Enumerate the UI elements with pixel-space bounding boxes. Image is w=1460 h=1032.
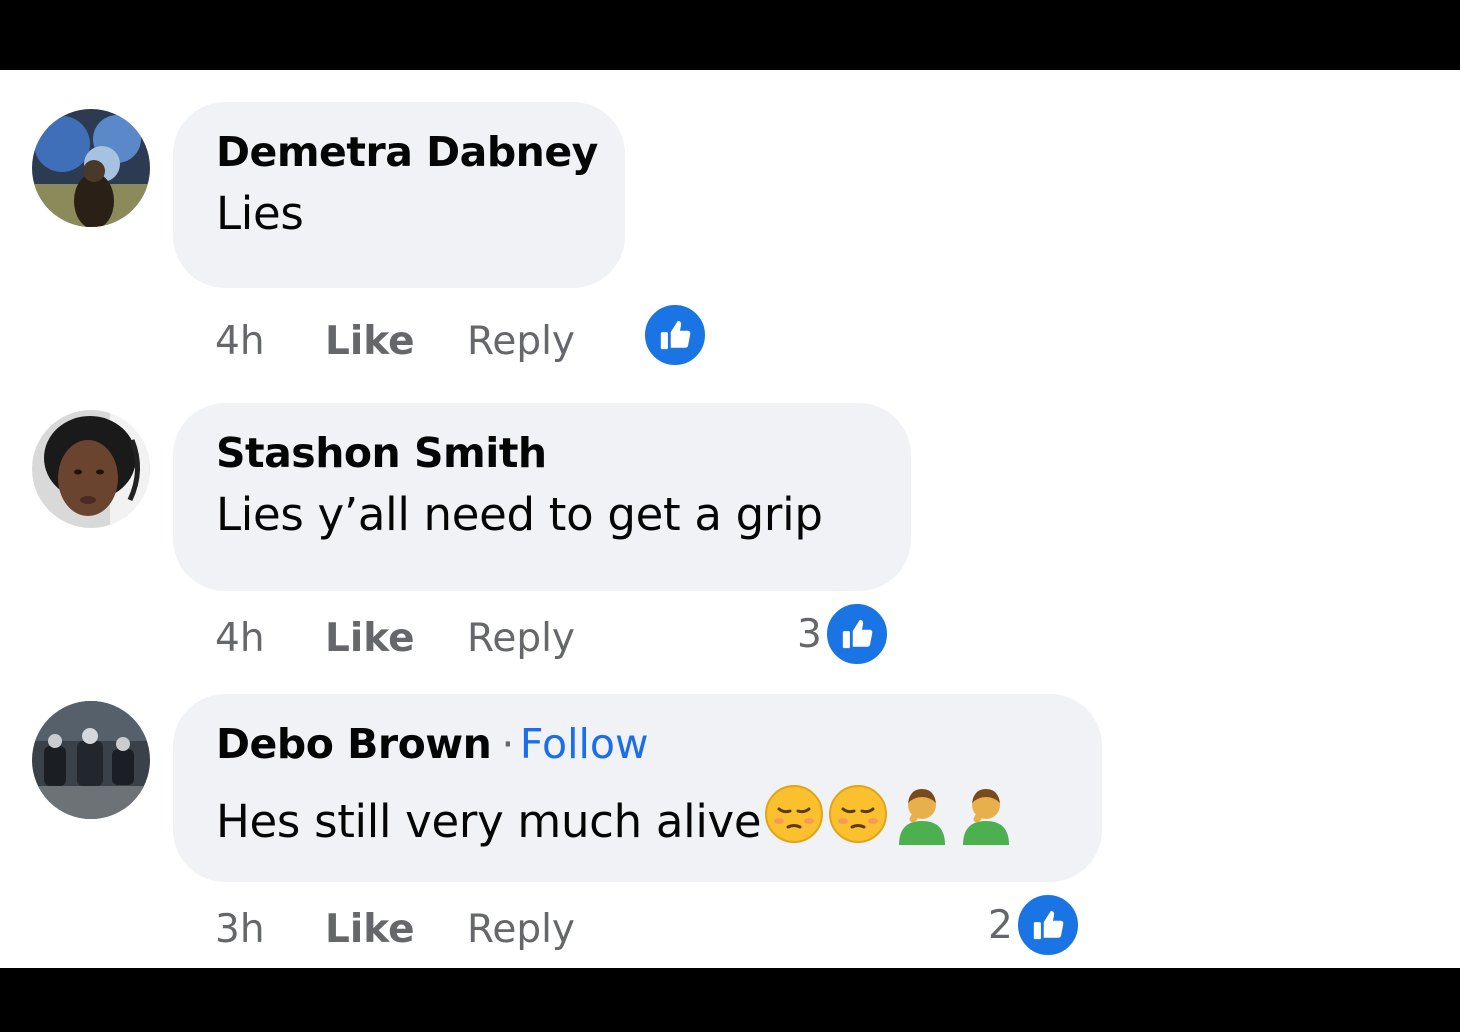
reaction-count: 2 <box>988 902 1013 948</box>
comment-text: Lies y’all need to get a grip <box>216 488 823 541</box>
like-icon <box>823 601 890 667</box>
reaction-count: 3 <box>797 611 822 657</box>
reply-button[interactable]: Reply <box>467 910 575 949</box>
avatar-photo <box>32 410 150 528</box>
comment-author[interactable]: Stashon Smith <box>216 433 869 474</box>
like-icon <box>642 302 708 368</box>
avatar[interactable] <box>32 109 150 227</box>
comment-bubble: Stashon Smith Lies y’all need to get a g… <box>173 403 911 591</box>
reply-button[interactable]: Reply <box>467 619 575 658</box>
comment-timestamp[interactable]: 4h <box>215 322 265 361</box>
top-letterbox-bar <box>0 0 1460 70</box>
reaction-summary[interactable] <box>640 302 708 368</box>
reaction-summary[interactable]: 3 <box>797 601 890 667</box>
comment-thread: Demetra Dabney Lies 4h Like Reply Stasho… <box>0 70 1460 968</box>
comment-header: Debo Brown · Follow <box>216 724 1060 765</box>
like-button[interactable]: Like <box>325 619 415 658</box>
follow-button[interactable]: Follow <box>520 720 649 768</box>
avatar-photo <box>32 109 150 227</box>
comment-text: Lies <box>216 187 304 240</box>
comment-text-body: Hes still very much alive <box>216 795 762 848</box>
comment-author[interactable]: Demetra Dabney <box>216 132 598 173</box>
comment-timestamp[interactable]: 4h <box>215 619 265 658</box>
avatar-photo <box>32 701 150 819</box>
pensive-face-icon <box>827 783 889 852</box>
pensive-face-icon <box>763 783 825 852</box>
like-icon <box>1014 892 1081 958</box>
separator-dot: · <box>501 720 514 768</box>
person-facepalming-icon <box>955 783 1017 852</box>
comment-bubble: Debo Brown · Follow Hes still very much al… <box>173 694 1102 882</box>
reply-button[interactable]: Reply <box>467 322 575 361</box>
comment-bubble: Demetra Dabney Lies <box>173 102 625 288</box>
comment-timestamp[interactable]: 3h <box>215 910 265 949</box>
avatar[interactable] <box>32 701 150 819</box>
person-facepalming-icon <box>891 783 953 852</box>
comment-author[interactable]: Debo Brown <box>216 720 492 768</box>
avatar[interactable] <box>32 410 150 528</box>
reaction-summary[interactable]: 2 <box>988 892 1081 958</box>
like-button[interactable]: Like <box>325 322 415 361</box>
bottom-letterbox-bar <box>0 968 1460 1032</box>
like-button[interactable]: Like <box>325 910 415 949</box>
comment-text: Hes still very much alive <box>216 783 1060 852</box>
